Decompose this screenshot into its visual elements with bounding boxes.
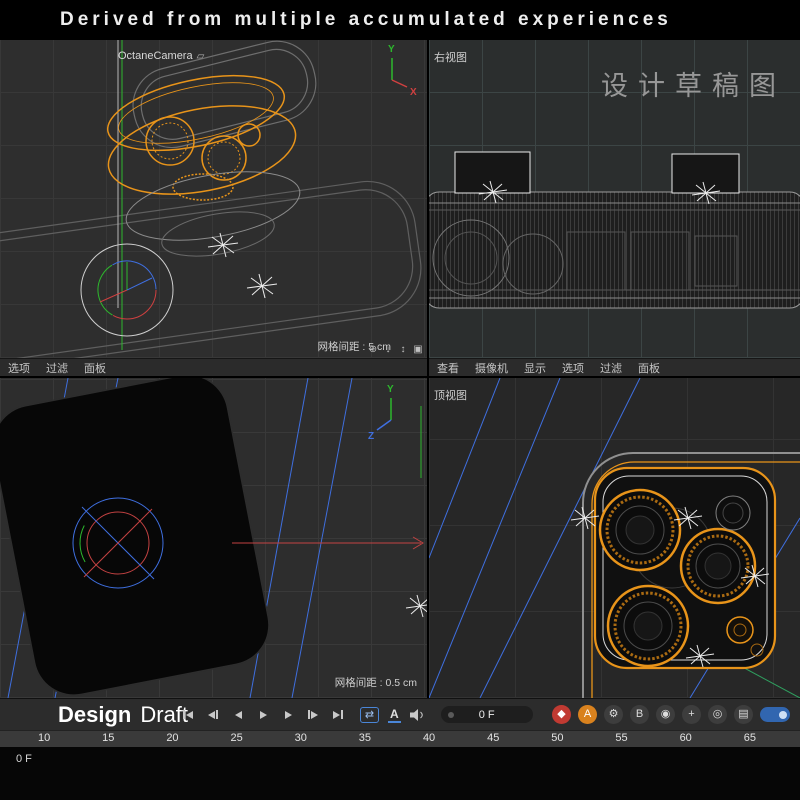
record-options-icon[interactable]: ⚙ <box>604 705 623 724</box>
camera-name: OctaneCamera <box>118 50 193 62</box>
viewport-name-label[interactable]: 顶视图 <box>434 387 467 403</box>
transport-controls <box>178 706 348 724</box>
ruler-tick-label: 40 <box>423 732 435 744</box>
perspective-viewport-menubar: 选项 过滤 面板 <box>0 358 427 376</box>
current-frame-value: 0 F <box>479 709 495 721</box>
timeline-bar: DesignDraft ⇄ A 0 F ◆ A ⚙ B ◉ + ◎ ▤ <box>0 698 800 730</box>
perspective-viewport-canvas[interactable]: Y X OctaneCamera ▱ 网格间距 : 5 cm ⊕ ↓ ↕ ▣ <box>0 40 427 358</box>
menu-view[interactable]: 查看 <box>437 360 459 376</box>
ruler-tick-label: 25 <box>230 732 242 744</box>
grid-spacing-label: 网格间距 : 0.5 cm <box>335 675 417 690</box>
menu-filter[interactable]: 过滤 <box>46 360 68 376</box>
right-viewport-menubar: 查看 摄像机 显示 选项 过滤 面板 <box>429 358 800 376</box>
sketch-starburst <box>406 595 427 617</box>
ruler-tick-label: 30 <box>295 732 307 744</box>
axis-y-label: Y <box>388 44 395 55</box>
top-viewport-canvas[interactable]: 顶视图 <box>429 378 800 698</box>
x-axis-arrow <box>232 537 423 549</box>
ruler-tick-label: 45 <box>487 732 499 744</box>
viewport-right: 右视图 设计草稿图 查看 摄像机 显示 选项 过滤 面板 <box>429 40 800 376</box>
viewport-front: Y Z 网格间距 : 0.5 cm <box>0 378 427 698</box>
go-to-end-button[interactable] <box>328 706 348 724</box>
camera-label[interactable]: OctaneCamera ▱ <box>118 50 204 62</box>
next-key-button[interactable] <box>303 706 323 724</box>
phone-case-wireframe <box>0 175 427 358</box>
camera-bump-profile-right <box>672 154 739 193</box>
page-title: Derived from multiple accumulated experi… <box>60 9 672 31</box>
viewport-nav-icons: ⊕ ↓ ↕ ▣ <box>367 344 424 355</box>
pan-icon[interactable]: ⊕ <box>367 344 379 355</box>
go-to-start-button[interactable] <box>178 706 198 724</box>
viewport-name-label[interactable]: 右视图 <box>434 49 467 65</box>
front-viewport-canvas[interactable]: Y Z 网格间距 : 0.5 cm <box>0 378 427 698</box>
menu-options[interactable]: 选项 <box>562 360 584 376</box>
next-frame-button[interactable] <box>278 706 298 724</box>
ruler-tick-label: 15 <box>102 732 114 744</box>
ruler-tick-label: 50 <box>551 732 563 744</box>
top-view-scene <box>429 378 800 698</box>
record-keyframe-icon[interactable]: ◆ <box>552 705 571 724</box>
menu-panel[interactable]: 面板 <box>84 360 106 376</box>
toggle-pill[interactable] <box>760 707 790 722</box>
b-mode-icon[interactable]: B <box>630 705 649 724</box>
camera-record-icon[interactable]: ◉ <box>656 705 675 724</box>
dolly-icon[interactable]: ↓ <box>382 344 394 355</box>
sound-toggle-icon[interactable] <box>410 709 425 721</box>
camera-rings-orange <box>101 62 303 208</box>
title-design: Design <box>58 702 131 727</box>
timeline-icon-cluster: ◆ A ⚙ B ◉ + ◎ ▤ <box>552 705 800 724</box>
previous-frame-button[interactable] <box>228 706 248 724</box>
add-keyframe-icon[interactable]: + <box>682 705 701 724</box>
camera-object-icon: ▱ <box>197 51 205 62</box>
menu-cameras[interactable]: 摄像机 <box>475 360 508 376</box>
axis-y-label: Y <box>387 384 394 395</box>
zoom-icon[interactable]: ↕ <box>397 344 409 355</box>
menu-panel[interactable]: 面板 <box>638 360 660 376</box>
current-frame-field[interactable]: 0 F <box>441 706 533 723</box>
camera-bump-profile-left <box>455 152 530 193</box>
play-button[interactable] <box>253 706 273 724</box>
menu-display[interactable]: 显示 <box>524 360 546 376</box>
timeline-title: DesignDraft <box>0 702 172 728</box>
frame-indicator: 0 F <box>16 753 32 765</box>
phone-body[interactable] <box>0 378 276 698</box>
viewport-perspective: Y X OctaneCamera ▱ 网格间距 : 5 cm ⊕ ↓ ↕ ▣ 选… <box>0 40 427 376</box>
sketch-starbursts <box>208 233 277 298</box>
menu-filter[interactable]: 过滤 <box>600 360 622 376</box>
view-axis-indicator: Y X <box>388 44 417 98</box>
front-view-scene: Y Z <box>0 378 427 698</box>
autokey-button[interactable]: A <box>388 707 401 723</box>
view-axis-indicator: Y Z <box>368 384 394 442</box>
previous-key-button[interactable] <box>203 706 223 724</box>
top-banner: Derived from multiple accumulated experi… <box>0 0 800 40</box>
ruler-tick-label: 20 <box>166 732 178 744</box>
ruler-tick-label: 35 <box>359 732 371 744</box>
frame-slider-handle[interactable] <box>448 712 454 718</box>
toggle-pill-dot <box>779 711 787 719</box>
menu-options[interactable]: 选项 <box>8 360 30 376</box>
camera-module <box>595 468 775 668</box>
ruler-tick-label: 10 <box>38 732 50 744</box>
target-icon[interactable]: ◎ <box>708 705 727 724</box>
viewport-top: 顶视图 <box>429 378 800 698</box>
ruler-tick-label: 60 <box>680 732 692 744</box>
design-draft-watermark: 设计草稿图 <box>601 64 786 103</box>
perspective-scene: Y X <box>0 40 427 358</box>
axis-x-label: X <box>410 87 417 98</box>
axis-gizmo-sphere[interactable] <box>81 244 173 336</box>
ruler-tick-label: 55 <box>615 732 627 744</box>
timeline-ruler[interactable]: 10 15 20 25 30 35 40 45 50 55 60 65 <box>0 730 800 747</box>
ruler-tick-label: 65 <box>744 732 756 744</box>
loop-toggle-button[interactable]: ⇄ <box>360 707 379 723</box>
maximize-viewport-icon[interactable]: ▣ <box>412 344 424 355</box>
right-viewport-canvas[interactable]: 右视图 设计草稿图 <box>429 40 800 358</box>
viewport-grid: Y X OctaneCamera ▱ 网格间距 : 5 cm ⊕ ↓ ↕ ▣ 选… <box>0 40 800 698</box>
case-side-profile <box>429 192 800 308</box>
bottom-strip: 0 F <box>0 747 800 800</box>
autokey-mode-icon[interactable]: A <box>578 705 597 724</box>
panel-icon[interactable]: ▤ <box>734 705 753 724</box>
axis-z-label: Z <box>368 431 374 442</box>
